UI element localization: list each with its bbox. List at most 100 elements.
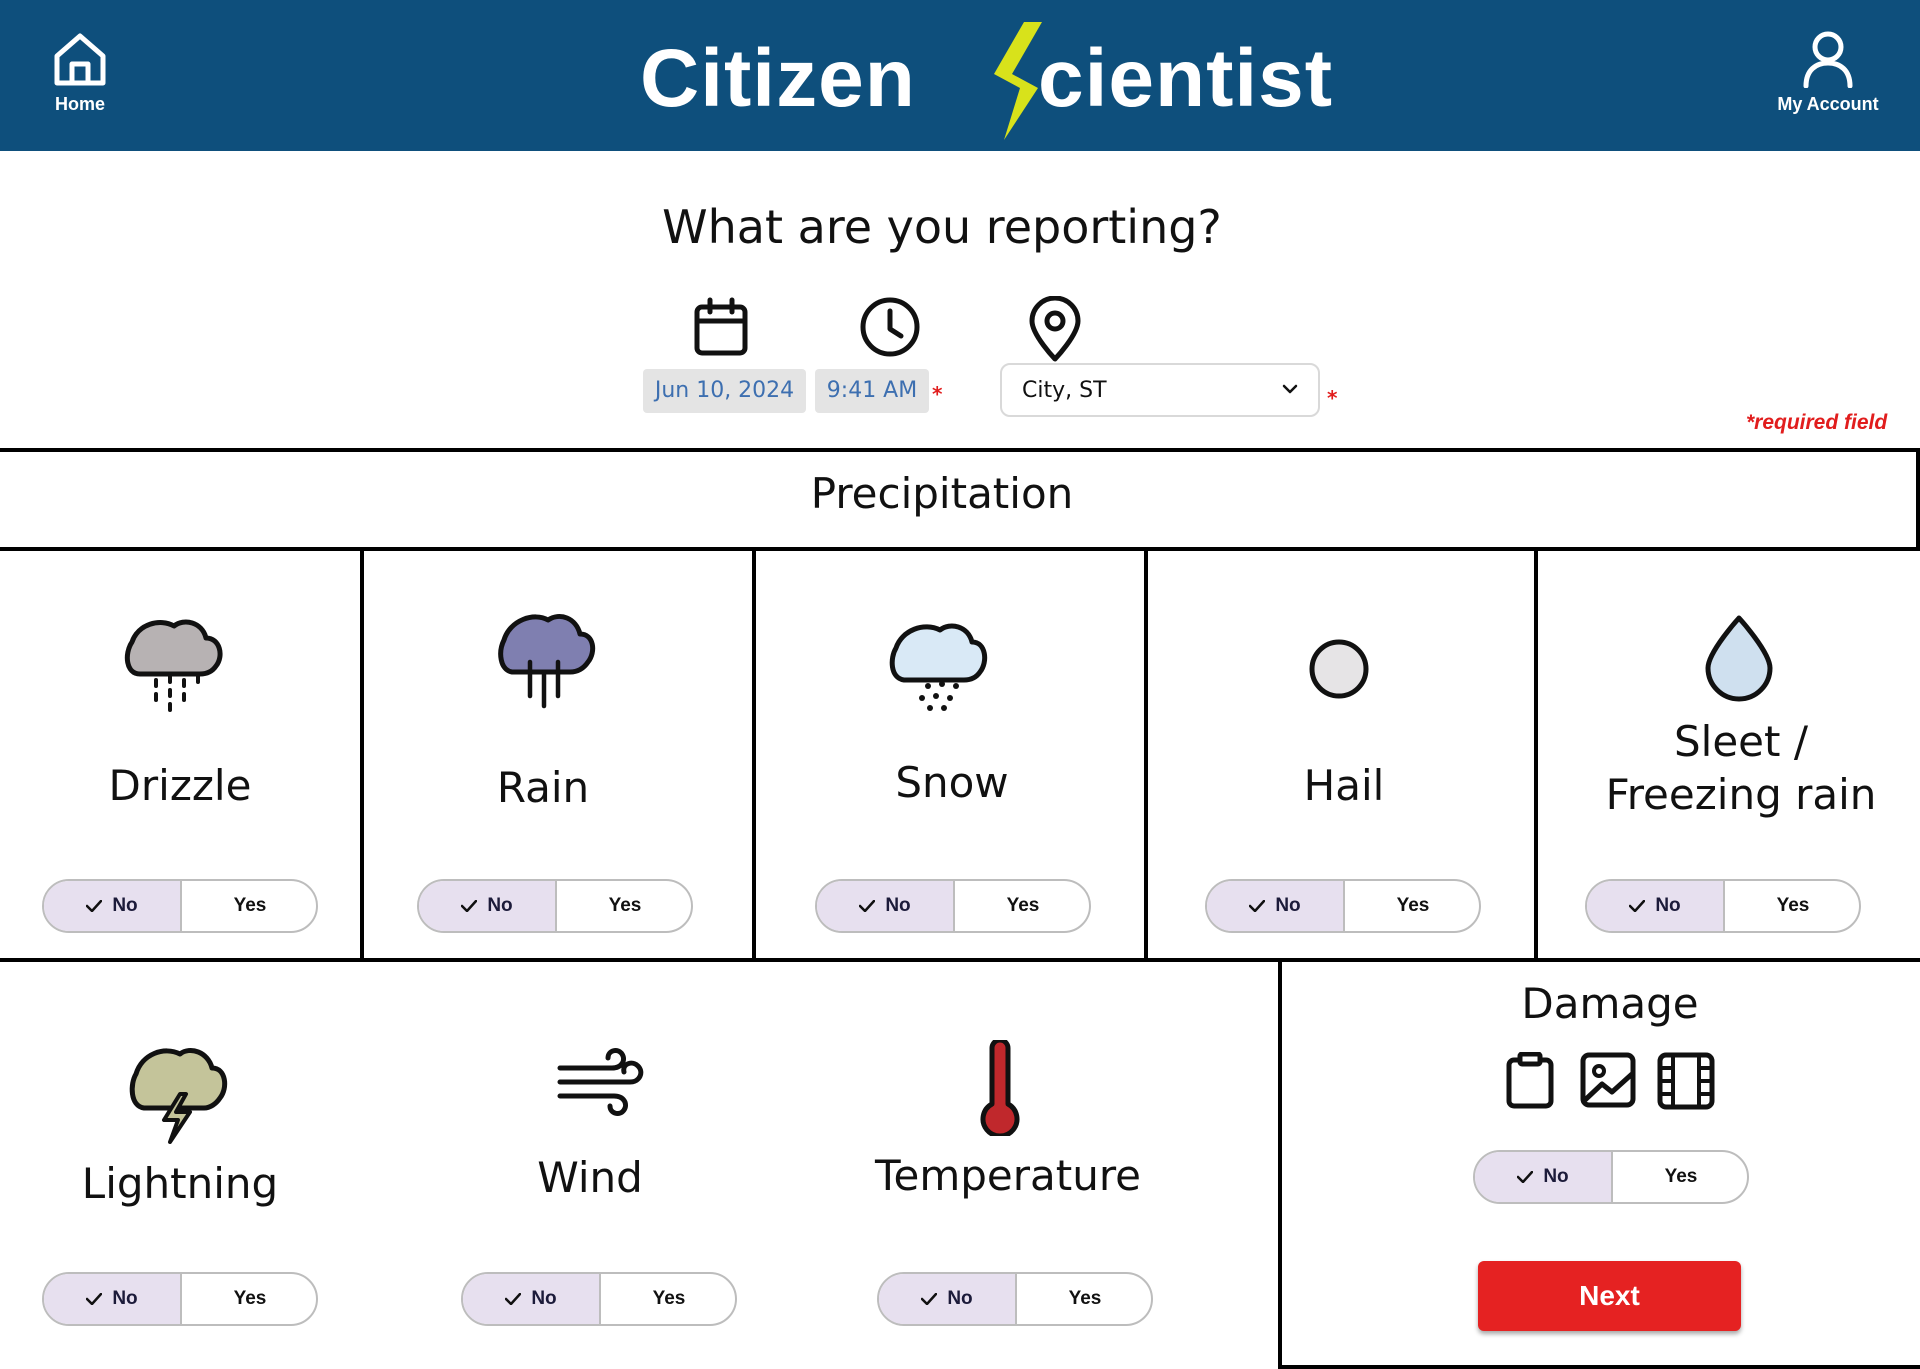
sleet-label-line1: Sleet / (1674, 717, 1808, 766)
no-label: No (531, 1288, 557, 1309)
temperature-label: Temperature (874, 1151, 1142, 1200)
lightning-toggle[interactable]: No Yes (42, 1272, 318, 1326)
yes-label: Yes (1664, 1166, 1698, 1187)
my-account-label: My Account (1777, 94, 1879, 114)
no-label: No (1655, 895, 1681, 916)
wind-icon (557, 1048, 644, 1116)
video-icon[interactable] (1657, 1052, 1715, 1110)
time-field[interactable]: 9:41 AM (815, 369, 929, 413)
yes-label: Yes (1776, 895, 1810, 916)
check-icon (921, 1293, 938, 1305)
check-icon (1249, 900, 1266, 912)
check-icon (86, 1293, 103, 1305)
hail-icon (1309, 639, 1369, 699)
lightning-cloud-icon (129, 1048, 228, 1144)
lightning-label: Lightning (81, 1159, 279, 1208)
rain-toggle[interactable]: No Yes (417, 879, 693, 933)
yes-option[interactable]: Yes (601, 1274, 735, 1324)
check-icon (859, 900, 876, 912)
yes-option[interactable]: Yes (1725, 881, 1859, 931)
check-icon (461, 900, 478, 912)
sleet-toggle[interactable]: No Yes (1585, 879, 1861, 933)
home-label: Home (54, 94, 105, 114)
clipboard-icon[interactable] (1505, 1052, 1555, 1110)
next-button[interactable]: Next (1478, 1261, 1741, 1331)
temperature-toggle[interactable]: No Yes (877, 1272, 1153, 1326)
no-option[interactable]: No (879, 1274, 1017, 1324)
required-field-note: *required field (1746, 411, 1888, 434)
yes-option[interactable]: Yes (955, 881, 1089, 931)
page-question: What are you reporting? (662, 200, 1222, 254)
check-icon (86, 900, 103, 912)
my-account-button[interactable]: My Account (1758, 30, 1898, 115)
calendar-icon (694, 297, 748, 356)
rain-label: Rain (496, 763, 590, 812)
time-required-star: * (932, 382, 943, 406)
no-label: No (112, 1288, 138, 1309)
no-label: No (1275, 895, 1301, 916)
no-option[interactable]: No (817, 881, 955, 931)
chevron-down-icon (1282, 384, 1298, 394)
check-icon (505, 1293, 522, 1305)
damage-toggle[interactable]: No Yes (1473, 1150, 1749, 1204)
no-option[interactable]: No (1207, 881, 1345, 931)
yes-label: Yes (233, 1288, 267, 1309)
wind-label: Wind (537, 1153, 643, 1202)
location-required-star: * (1327, 386, 1338, 410)
section-divider (0, 958, 1282, 962)
droplet-icon (1705, 615, 1773, 702)
check-icon (1629, 900, 1646, 912)
damage-title: Damage (1521, 979, 1699, 1028)
yes-label: Yes (233, 895, 267, 916)
user-icon (1803, 31, 1853, 88)
yes-label: Yes (1396, 895, 1430, 916)
snow-label: Snow (895, 758, 1009, 807)
rain-cloud-icon (498, 614, 596, 709)
yes-option[interactable]: Yes (182, 1274, 316, 1324)
location-value: City, ST (1022, 378, 1107, 403)
brand-word-citizen: Citizen (640, 33, 916, 124)
no-label: No (112, 895, 138, 916)
check-icon (1517, 1171, 1534, 1183)
location-pin-icon (1029, 296, 1081, 362)
yes-option[interactable]: Yes (1345, 881, 1479, 931)
date-field[interactable]: Jun 10, 2024 (643, 369, 806, 413)
no-option[interactable]: No (1587, 881, 1725, 931)
yes-label: Yes (608, 895, 642, 916)
no-option[interactable]: No (463, 1274, 601, 1324)
home-button[interactable]: Home (10, 28, 150, 115)
brand-logo: Citizen cientist (640, 22, 1380, 140)
thermometer-icon (980, 1040, 1020, 1136)
yes-option[interactable]: Yes (1017, 1274, 1151, 1324)
no-label: No (947, 1288, 973, 1309)
yes-option[interactable]: Yes (182, 881, 316, 931)
no-label: No (885, 895, 911, 916)
hail-label: Hail (1303, 761, 1385, 810)
drizzle-toggle[interactable]: No Yes (42, 879, 318, 933)
precipitation-title: Precipitation (810, 469, 1074, 518)
yes-option[interactable]: Yes (1613, 1152, 1747, 1202)
drizzle-label: Drizzle (108, 761, 252, 810)
location-select[interactable]: City, ST (1000, 363, 1320, 417)
yes-label: Yes (1006, 895, 1040, 916)
home-icon (54, 33, 106, 86)
no-option[interactable]: No (44, 1274, 182, 1324)
yes-label: Yes (1068, 1288, 1102, 1309)
drizzle-cloud-icon (124, 619, 223, 712)
snow-cloud-icon (889, 623, 988, 711)
image-icon[interactable] (1580, 1052, 1636, 1108)
yes-label: Yes (652, 1288, 686, 1309)
no-option[interactable]: No (1475, 1152, 1613, 1202)
no-label: No (487, 895, 513, 916)
clock-icon (860, 297, 920, 357)
no-option[interactable]: No (419, 881, 557, 931)
app-header: Home Citizen cientist My Account (0, 0, 1920, 151)
no-option[interactable]: No (44, 881, 182, 931)
yes-option[interactable]: Yes (557, 881, 691, 931)
wind-toggle[interactable]: No Yes (461, 1272, 737, 1326)
sleet-label-line2: Freezing rain (1605, 769, 1877, 819)
hail-toggle[interactable]: No Yes (1205, 879, 1481, 933)
snow-toggle[interactable]: No Yes (815, 879, 1091, 933)
sleet-label: Sleet / Freezing rain (1576, 716, 1906, 821)
brand-word-scientist: cientist (1038, 33, 1334, 124)
